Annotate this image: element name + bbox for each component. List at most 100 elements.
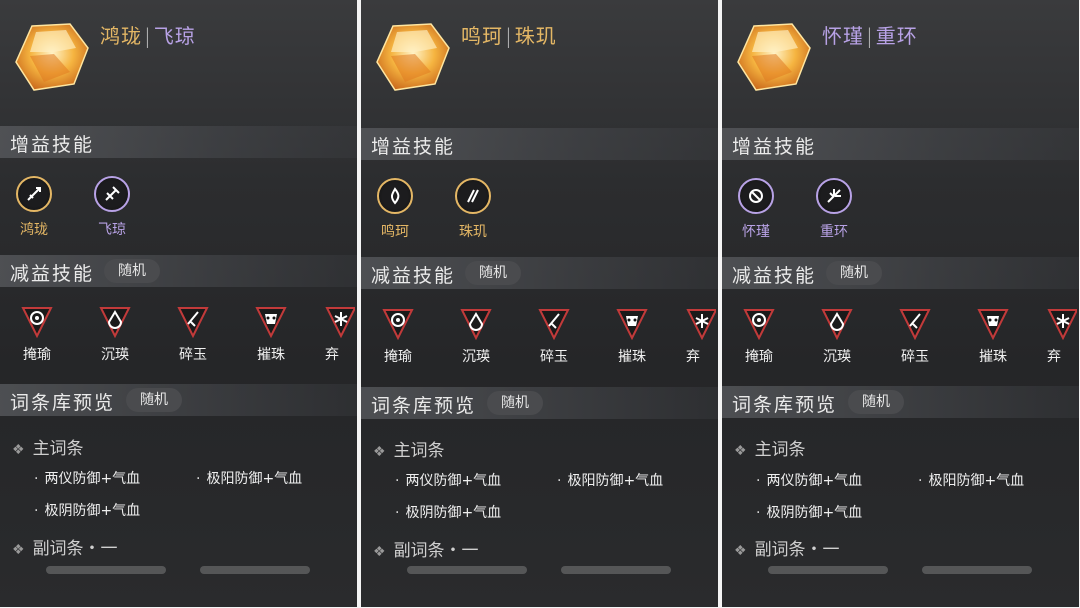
eye-shield-icon xyxy=(743,309,775,341)
pool-section-header: 词条库预览 随机 xyxy=(0,384,357,416)
buff-skill[interactable]: 鸿珑 xyxy=(10,176,58,239)
debuff-skill[interactable]: 弃 xyxy=(686,308,716,366)
beast-shield-icon xyxy=(255,307,287,339)
beast-shield-icon xyxy=(616,309,648,341)
debuff-skill[interactable]: 掩瑜 xyxy=(375,308,421,366)
entry-item: 极阳防御+气血 xyxy=(196,468,302,488)
entry-item: 两仪防御+气血 xyxy=(756,470,862,490)
eye-shield-icon xyxy=(21,307,53,339)
section-title: 减益技能 xyxy=(10,263,95,285)
buff-skill[interactable]: 珠玑 xyxy=(449,178,497,241)
buff-skill[interactable]: 飞琼 xyxy=(88,176,136,239)
buff-skill-label: 鸣珂 xyxy=(381,224,409,240)
debuff-skill-label: 弃 xyxy=(325,347,339,363)
title-secondary: 飞琼 xyxy=(153,24,196,48)
secondary-entry-label: ❖ 副词条・一 xyxy=(373,541,479,561)
buff-skill-label: 鸿珑 xyxy=(20,222,48,238)
debuff-skill[interactable]: 沉瑛 xyxy=(814,308,860,366)
buff-skill-label: 珠玑 xyxy=(459,224,487,240)
title-secondary: 重环 xyxy=(875,24,918,48)
debuff-skill[interactable]: 摧珠 xyxy=(609,308,655,366)
debuff-skill[interactable]: 碎玉 xyxy=(531,308,577,366)
claw-icon xyxy=(455,178,491,214)
burst-icon xyxy=(816,178,852,214)
section-title: 词条库预览 xyxy=(371,395,477,417)
buff-skill-label: 飞琼 xyxy=(98,222,126,238)
section-title: 增益技能 xyxy=(10,134,95,156)
buff-section-header: 增益技能 xyxy=(722,128,1079,160)
debuff-skill[interactable]: 沉瑛 xyxy=(453,308,499,366)
section-title: 增益技能 xyxy=(371,136,456,158)
random-tag: 随机 xyxy=(826,261,882,285)
truncated-entry xyxy=(768,566,888,574)
title-primary: 怀瑾 xyxy=(822,24,864,48)
jade-panel-3: 怀瑾 | 重环 增益技能 怀瑾 重环 减益技能 随机 掩瑜 沉瑛 碎玉 摧珠 弃 词… xyxy=(722,0,1079,607)
section-title: 增益技能 xyxy=(732,136,817,158)
gem-icon xyxy=(15,23,89,91)
diamond-icon: ❖ xyxy=(734,543,747,559)
truncated-entry xyxy=(561,566,671,574)
title-primary: 鸣珂 xyxy=(461,24,503,48)
debuff-skill[interactable]: 碎玉 xyxy=(892,308,938,366)
debuff-skill-label: 掩瑜 xyxy=(384,349,412,365)
blade-shield-icon xyxy=(177,307,209,339)
gem-icon xyxy=(376,23,450,91)
section-title: 减益技能 xyxy=(371,265,456,287)
debuff-section-header: 减益技能 随机 xyxy=(0,255,357,287)
jade-panel-2: 鸣珂 | 珠玑 增益技能 鸣珂 珠玑 减益技能 随机 掩瑜 沉瑛 碎玉 摧珠 弃 词… xyxy=(361,0,718,607)
debuff-skill[interactable]: 摧珠 xyxy=(970,308,1016,366)
buff-skill[interactable]: 重环 xyxy=(810,178,858,241)
entry-item: 极阳防御+气血 xyxy=(918,470,1024,490)
debuff-skill-label: 摧珠 xyxy=(257,347,285,363)
debuff-skill[interactable]: 弃 xyxy=(1047,308,1077,366)
buff-skill-label: 重环 xyxy=(820,224,848,240)
random-tag: 随机 xyxy=(487,391,543,415)
pool-section-header: 词条库预览 随机 xyxy=(361,387,718,419)
debuff-section-header: 减益技能 随机 xyxy=(722,257,1079,289)
debuff-skill-label: 碎玉 xyxy=(540,349,568,365)
debuff-skill[interactable]: 掩瑜 xyxy=(14,306,60,364)
debuff-skill[interactable]: 弃 xyxy=(325,306,355,364)
blade-shield-icon xyxy=(899,309,931,341)
blade-shield-icon xyxy=(538,309,570,341)
debuff-skill-label: 弃 xyxy=(686,349,700,365)
buff-skill[interactable]: 鸣珂 xyxy=(371,178,419,241)
pool-section-header: 词条库预览 随机 xyxy=(722,386,1079,418)
entry-item: 极阴防御+气血 xyxy=(395,502,501,522)
secondary-entry-label: ❖ 副词条・一 xyxy=(734,540,840,560)
drop-shield-icon xyxy=(460,309,492,341)
burst-shield-icon xyxy=(686,309,716,341)
burst-shield-icon xyxy=(1047,309,1077,341)
main-entry-label: ❖ 主词条 xyxy=(12,439,84,459)
debuff-skill-label: 掩瑜 xyxy=(23,347,51,363)
flame-icon xyxy=(377,178,413,214)
debuff-skill-label: 碎玉 xyxy=(179,347,207,363)
diamond-icon: ❖ xyxy=(373,544,386,560)
debuff-skill[interactable]: 沉瑛 xyxy=(92,306,138,364)
random-tag: 随机 xyxy=(848,390,904,414)
entry-item: 极阳防御+气血 xyxy=(557,470,663,490)
gem-icon xyxy=(737,23,811,91)
random-tag: 随机 xyxy=(126,388,182,412)
buff-skill[interactable]: 怀瑾 xyxy=(732,178,780,241)
jade-title: 鸿珑 | 飞琼 xyxy=(100,24,196,48)
debuff-skill[interactable]: 碎玉 xyxy=(170,306,216,364)
buff-skill-label: 怀瑾 xyxy=(742,224,770,240)
diamond-icon: ❖ xyxy=(373,444,386,460)
beast-shield-icon xyxy=(977,309,1009,341)
debuff-skill[interactable]: 摧珠 xyxy=(248,306,294,364)
jade-title: 鸣珂 | 珠玑 xyxy=(461,24,557,48)
debuff-skill[interactable]: 掩瑜 xyxy=(736,308,782,366)
spear-icon xyxy=(94,176,130,212)
debuff-skill-label: 弃 xyxy=(1047,349,1061,365)
burst-shield-icon xyxy=(325,307,355,339)
buff-section-header: 增益技能 xyxy=(0,126,357,158)
entry-item: 两仪防御+气血 xyxy=(34,468,140,488)
title-secondary: 珠玑 xyxy=(514,24,557,48)
random-tag: 随机 xyxy=(465,261,521,285)
entry-item: 极阴防御+气血 xyxy=(756,502,862,522)
section-title: 词条库预览 xyxy=(732,394,838,416)
section-title: 词条库预览 xyxy=(10,392,116,414)
main-entry-label: ❖ 主词条 xyxy=(373,441,445,461)
debuff-skill-label: 摧珠 xyxy=(618,349,646,365)
